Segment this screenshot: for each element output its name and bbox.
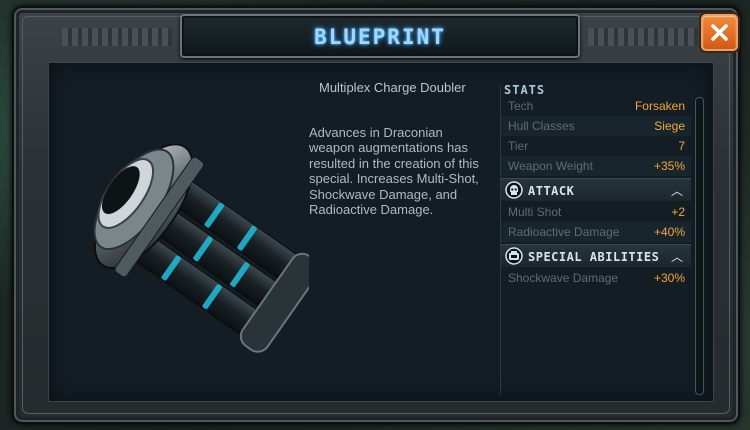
stat-label: Shockwave Damage [508,271,619,285]
stat-value: +2 [671,205,685,219]
section-title: SPECIAL ABILITIES [528,250,660,264]
stats-scrollbar[interactable] [695,97,704,395]
stat-row: Tech Forsaken [501,96,691,116]
chevron-up-icon[interactable]: ︿ [671,182,683,199]
stat-row: Shockwave Damage +30% [501,268,691,288]
stat-value: Siege [654,119,685,133]
stat-label: Radioactive Damage [508,225,620,239]
attack-section-header[interactable]: ATTACK ︿ [501,178,691,201]
section-title: ATTACK [528,184,575,198]
close-x-icon [711,24,728,41]
special-abilities-section-header[interactable]: SPECIAL ABILITIES ︿ [501,244,691,267]
close-button[interactable] [701,14,738,51]
item-name: Multiplex Charge Doubler [319,80,466,95]
stat-row: Radioactive Damage +40% [501,222,691,242]
stats-panel: STATS Tech Forsaken Hull Classes Siege T… [501,81,705,397]
attack-skull-icon [505,181,523,199]
weapon-module-icon [93,143,309,353]
stat-label: Hull Classes [508,119,575,133]
stat-value: 7 [678,139,685,153]
title-plate: BLUEPRINT [62,14,698,58]
stat-value: +35% [653,159,685,173]
stats-header: STATS [504,83,546,97]
stat-label: Tech [508,99,534,113]
stat-label: Weapon Weight [508,159,593,173]
stat-row: Hull Classes Siege [501,116,691,136]
stat-row: Multi Shot +2 [501,202,691,222]
content-panel: Multiplex Charge Doubler Advances in Dra… [48,62,714,402]
stat-value: +40% [653,225,685,239]
stat-value: +30% [653,271,685,285]
stat-label: Multi Shot [508,205,562,219]
stat-value: Forsaken [634,99,685,113]
stat-row: Tier 7 [501,136,691,156]
stat-row: Weapon Weight +35% [501,156,691,176]
special-abilities-icon [505,247,523,265]
item-description: Advances in Draconian weapon augmentatio… [309,125,479,218]
chevron-up-icon[interactable]: ︿ [671,248,683,265]
stat-label: Tier [508,139,529,153]
dialog-title: BLUEPRINT [314,25,446,49]
